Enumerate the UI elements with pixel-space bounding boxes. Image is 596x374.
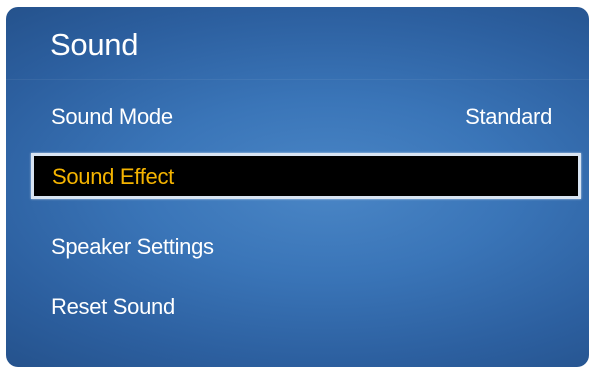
sound-menu-panel: Sound Sound Mode Standard Sound Effect S… [6, 7, 589, 367]
menu-item-label: Speaker Settings [51, 234, 214, 259]
menu-item-label: Sound Mode [51, 104, 173, 129]
title-divider [6, 79, 589, 80]
menu-item-label: Reset Sound [51, 294, 175, 319]
menu-item-sound-effect[interactable]: Sound Effect [31, 153, 581, 199]
menu-item-sound-mode[interactable]: Sound Mode Standard [6, 97, 589, 137]
menu-item-reset-sound[interactable]: Reset Sound [6, 287, 589, 327]
menu-item-value: Standard [465, 104, 552, 129]
menu-item-label: Sound Effect [52, 164, 174, 189]
menu-title: Sound [50, 27, 139, 62]
menu-item-speaker-settings[interactable]: Speaker Settings [6, 227, 589, 267]
